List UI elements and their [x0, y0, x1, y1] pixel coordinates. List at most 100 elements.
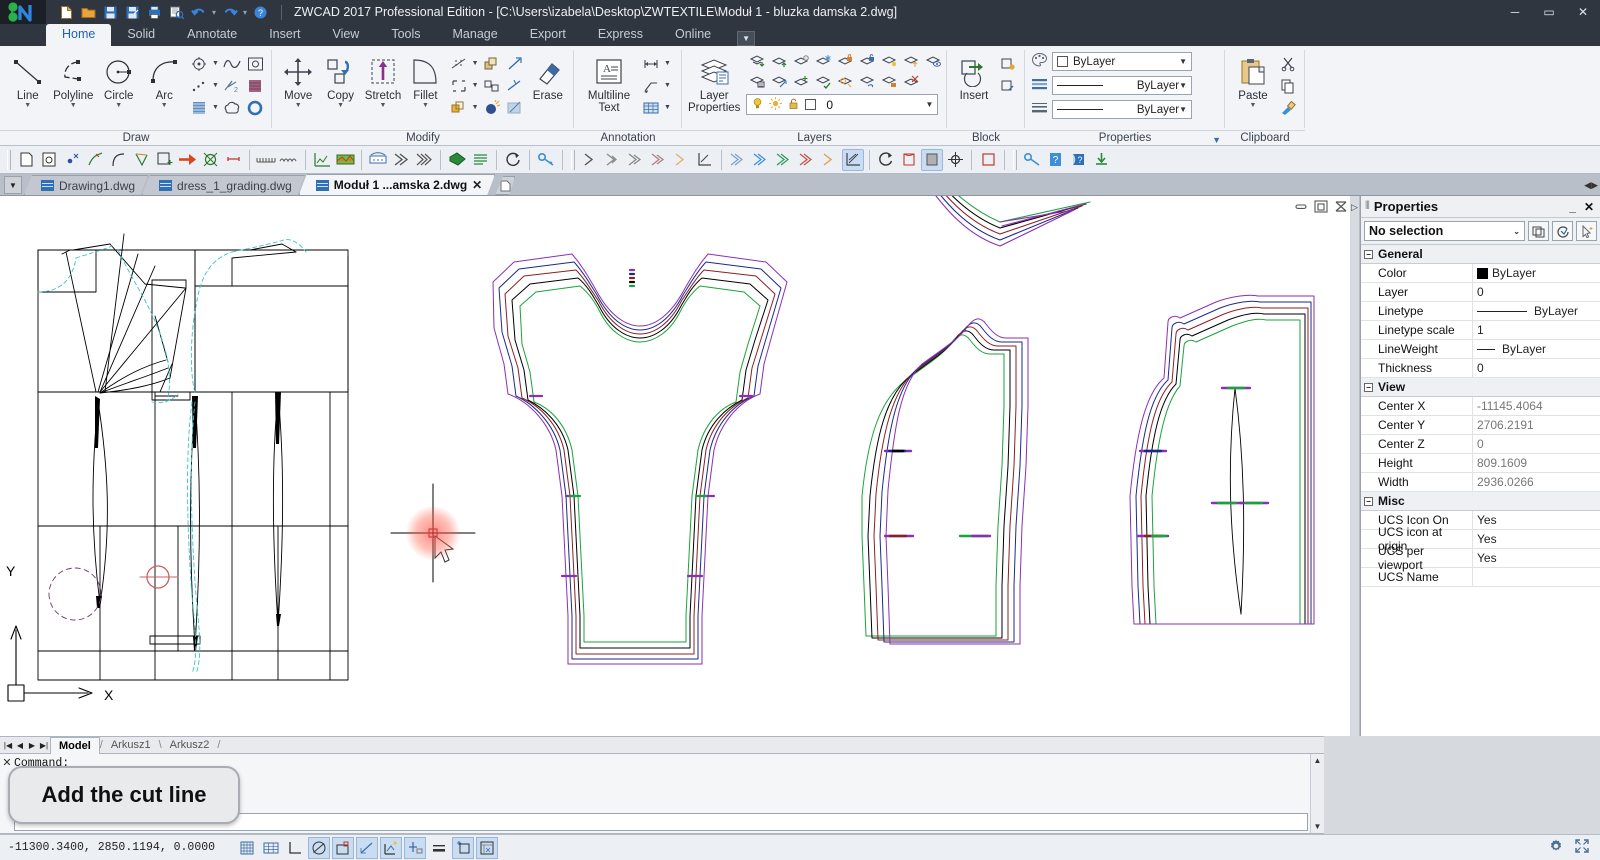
unlock-icon[interactable]: [787, 97, 800, 113]
line-button[interactable]: Line ▼: [6, 50, 50, 110]
hatch-gradient-icon[interactable]: [244, 75, 266, 96]
osnap-icon[interactable]: [332, 836, 354, 859]
property-row-color[interactable]: Color ByLayer: [1361, 264, 1600, 283]
property-value[interactable]: Yes: [1473, 530, 1600, 548]
copy-clip-icon[interactable]: [1277, 75, 1299, 96]
open-icon[interactable]: [80, 4, 97, 21]
chevron-down-icon[interactable]: ▼: [211, 82, 220, 89]
tab-annotate[interactable]: Annotate: [171, 24, 253, 46]
grade-arrow-icon[interactable]: [390, 149, 412, 171]
grade-2-icon[interactable]: [602, 149, 624, 171]
arc-button[interactable]: Arc ▼: [143, 50, 187, 110]
otrack-icon[interactable]: [356, 836, 378, 859]
break-icon[interactable]: [504, 75, 526, 96]
doc-tab-menu-icon[interactable]: ▼: [4, 176, 22, 194]
layer-prev-icon[interactable]: [878, 50, 900, 71]
property-value-cell[interactable]: ByLayer: [1473, 302, 1600, 320]
rect-pattern-icon[interactable]: [153, 149, 175, 171]
sizes-1-icon[interactable]: [727, 149, 749, 171]
minimize-button[interactable]: ─: [1498, 0, 1532, 24]
property-row-layer[interactable]: Layer 0: [1361, 283, 1600, 302]
sizes-2-icon[interactable]: [750, 149, 772, 171]
close-icon[interactable]: ✕: [472, 178, 482, 192]
insert-block-button[interactable]: Insert: [953, 50, 995, 102]
property-value[interactable]: Yes: [1473, 549, 1600, 567]
layer-isolate-icon[interactable]: [900, 50, 922, 71]
chevron-down-icon[interactable]: ▼: [471, 60, 480, 67]
piece-icon[interactable]: [898, 149, 920, 171]
property-value[interactable]: 1: [1473, 321, 1600, 339]
doc-tab-drawing1[interactable]: Drawing1.dwg: [24, 175, 148, 195]
erase-button[interactable]: Erase: [528, 50, 568, 102]
first-tab-icon[interactable]: |◀: [2, 741, 14, 750]
viewport-minimize-icon[interactable]: [1294, 199, 1308, 213]
maximize-button[interactable]: ▭: [1532, 0, 1566, 24]
tab-solid[interactable]: Solid: [111, 24, 171, 46]
drawing-canvas[interactable]: Y X: [0, 196, 1350, 736]
trim-icon[interactable]: [448, 53, 470, 74]
undo-icon[interactable]: [190, 4, 207, 21]
chevron-down-icon[interactable]: ⌄: [1513, 227, 1520, 236]
model-space-icon[interactable]: [476, 836, 498, 859]
polyline-button[interactable]: Polyline ▼: [52, 50, 96, 110]
property-row-ucs-name[interactable]: UCS Name: [1361, 568, 1600, 587]
chevron-down-icon[interactable]: ▼: [1179, 105, 1187, 114]
arc-tool-icon[interactable]: [107, 149, 129, 171]
region-icon[interactable]: [244, 53, 266, 74]
dimension-icon[interactable]: [640, 53, 662, 74]
chevron-down-icon[interactable]: ▼: [422, 102, 429, 110]
sizes-4-icon[interactable]: [796, 149, 818, 171]
grade-arrows-icon[interactable]: [413, 149, 435, 171]
properties-section-misc[interactable]: − Misc: [1361, 492, 1600, 511]
settings-gear-icon[interactable]: [1548, 838, 1564, 857]
layout-tab-arkusz2[interactable]: Arkusz2: [162, 737, 218, 753]
polar-icon[interactable]: [308, 836, 330, 859]
layer-change-icon[interactable]: [768, 71, 790, 92]
ortho-icon[interactable]: [284, 837, 306, 859]
explode-icon[interactable]: [481, 97, 503, 118]
zwtextile-open-icon[interactable]: [38, 149, 60, 171]
lineweight-icon[interactable]: [1031, 100, 1048, 119]
tab-export[interactable]: Export: [514, 24, 582, 46]
array-icon[interactable]: [481, 53, 503, 74]
linetype-icon[interactable]: [1031, 76, 1048, 95]
divide-icon[interactable]: [188, 75, 210, 96]
property-row-linetype[interactable]: Linetype ByLayer: [1361, 302, 1600, 321]
layout-tab-model[interactable]: Model: [50, 736, 100, 754]
property-row-center-y[interactable]: Center Y 2706.2191: [1361, 416, 1600, 435]
revision-cloud-icon[interactable]: 2: [221, 75, 243, 96]
layer-state-icon[interactable]: [834, 71, 856, 92]
move-button[interactable]: Move ▼: [278, 50, 318, 110]
plot-preview-icon[interactable]: [168, 4, 185, 21]
next-tab-icon[interactable]: ▶: [26, 741, 38, 750]
chevron-down-icon[interactable]: ▼: [1250, 102, 1257, 110]
property-row-center-x[interactable]: Center X -11145.4064: [1361, 397, 1600, 416]
stretch-button[interactable]: Stretch ▼: [363, 50, 403, 110]
download-icon[interactable]: [1090, 149, 1112, 171]
toolbar-grip[interactable]: [7, 149, 11, 170]
multiline-text-button[interactable]: A Multiline Text: [580, 50, 638, 114]
redo-icon[interactable]: [221, 4, 238, 21]
chevron-down-icon[interactable]: ▼: [737, 31, 756, 46]
properties-close-button[interactable]: ✕: [1584, 200, 1594, 214]
chevron-down-icon[interactable]: ▼: [471, 104, 480, 111]
chevron-down-icon[interactable]: ▼: [211, 104, 220, 111]
layout-tab-arkusz1[interactable]: Arkusz1: [103, 737, 159, 753]
dyn-icon[interactable]: [404, 836, 426, 859]
collapse-icon[interactable]: −: [1364, 249, 1373, 259]
property-value[interactable]: [1473, 568, 1600, 586]
toolbar-grip[interactable]: [1013, 149, 1017, 170]
create-block-icon[interactable]: [997, 53, 1019, 74]
scroll-up-icon[interactable]: ▲: [1314, 754, 1322, 767]
close-button[interactable]: ✕: [1566, 0, 1600, 24]
hatch-icon[interactable]: [188, 97, 210, 118]
chevron-down-icon[interactable]: ▼: [337, 102, 344, 110]
circle-button[interactable]: Circle ▼: [97, 50, 141, 110]
piece-sel-icon[interactable]: [921, 148, 943, 171]
property-row-thickness[interactable]: Thickness 0: [1361, 359, 1600, 378]
center-icon[interactable]: [944, 149, 966, 171]
property-row-lineweight[interactable]: LineWeight ByLayer: [1361, 340, 1600, 359]
chevron-down-icon[interactable]: ▼: [471, 82, 480, 89]
chevron-down-icon[interactable]: ▼: [211, 60, 220, 67]
save-icon[interactable]: [102, 4, 119, 21]
